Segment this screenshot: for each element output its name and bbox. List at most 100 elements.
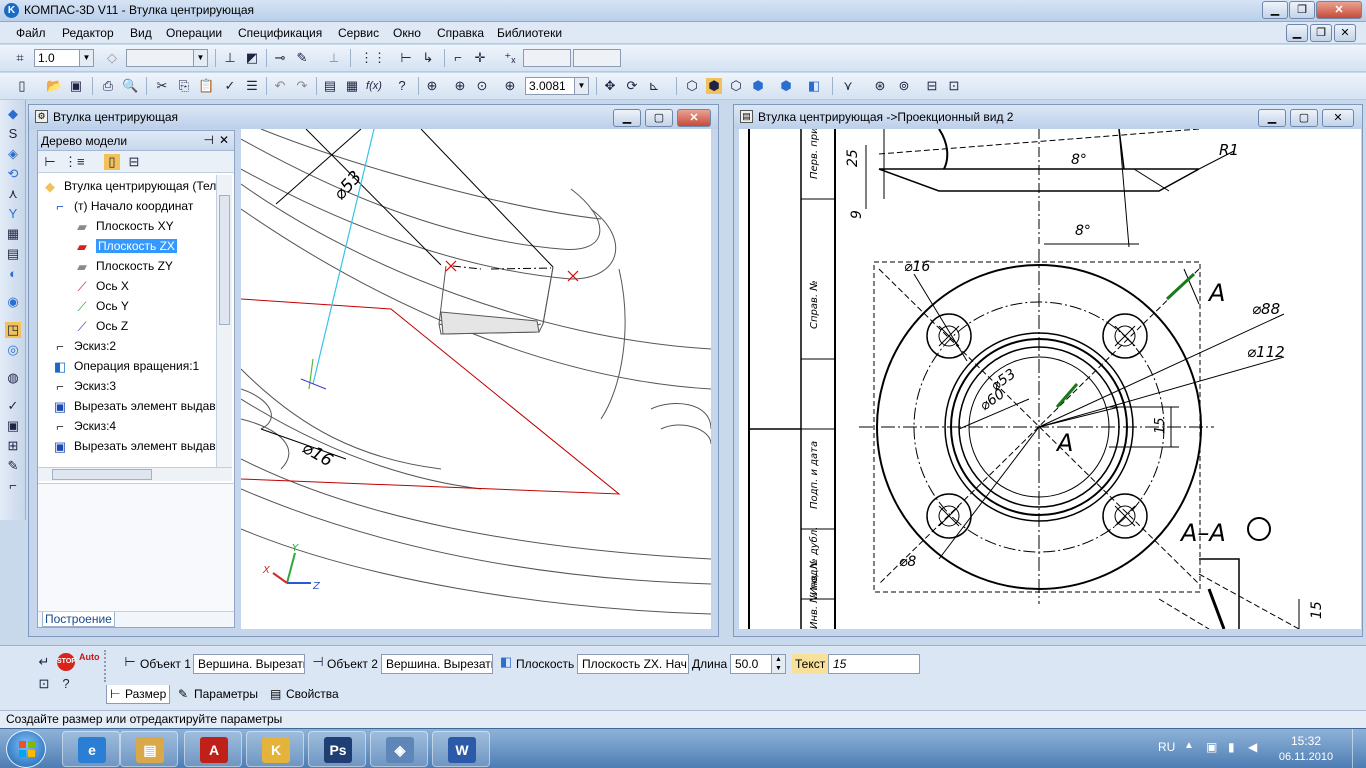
volume-icon[interactable]: ◀ bbox=[1248, 740, 1257, 754]
curve-tool-icon[interactable]: ⋏ bbox=[5, 186, 21, 202]
orientation-icon[interactable]: ⊾ bbox=[646, 78, 662, 94]
tree-build-order-icon[interactable]: ▯ bbox=[104, 154, 120, 170]
create-object-icon[interactable]: ↵ bbox=[36, 654, 52, 670]
sheet-metal-icon[interactable]: ◉ bbox=[5, 294, 21, 310]
close-button[interactable]: ✕ bbox=[1316, 1, 1362, 19]
network-icon[interactable]: ▣ bbox=[1206, 740, 1217, 754]
tree-item[interactable]: ▰ Плоскость XY bbox=[74, 217, 174, 235]
tree-item[interactable]: ▣ Вырезать элемент выдав bbox=[52, 397, 216, 415]
filter-icon[interactable]: ⋎ bbox=[840, 78, 856, 94]
window-drawing-maximize-button[interactable]: ▢ bbox=[1290, 109, 1318, 127]
save-icon[interactable]: ▣ bbox=[68, 78, 84, 94]
menu-editor[interactable]: Редактор bbox=[62, 26, 114, 40]
pan-icon[interactable]: ✥ bbox=[602, 78, 618, 94]
tab-parameters[interactable]: ✎ Параметры bbox=[176, 685, 258, 704]
tree-item[interactable]: ◆ Втулка центрирующая (Тел- bbox=[42, 177, 216, 195]
restore-button[interactable]: ❐ bbox=[1289, 1, 1315, 19]
zoom-combo[interactable]: 3.0081 ▼ bbox=[525, 77, 589, 95]
coord-x-field[interactable] bbox=[523, 49, 571, 67]
grid-icon[interactable]: ⋮⋮ bbox=[360, 50, 386, 66]
stop-icon[interactable]: STOP bbox=[57, 653, 76, 671]
tree-structure-icon[interactable]: ⊢ bbox=[42, 154, 58, 170]
zoom-in-icon[interactable]: ⊕ bbox=[452, 78, 468, 94]
aux-geometry-icon[interactable]: ▤ bbox=[5, 246, 21, 262]
paste-icon[interactable]: 📋 bbox=[198, 78, 214, 94]
zoom-all-icon[interactable]: ⊙ bbox=[474, 78, 490, 94]
library-manager-icon[interactable]: ⊚ bbox=[896, 78, 912, 94]
pin-icon[interactable]: ⊣ bbox=[204, 133, 214, 147]
plane-select-icon[interactable]: ◩ bbox=[244, 50, 260, 66]
tree-hscroll[interactable] bbox=[38, 467, 232, 481]
menu-file[interactable]: Файл bbox=[16, 26, 46, 40]
function-icon[interactable]: f(x) bbox=[366, 78, 382, 94]
tab-dimension[interactable]: ⊢ Размер bbox=[106, 685, 170, 704]
tree-relations-icon[interactable]: ⊟ bbox=[126, 154, 142, 170]
tree-item[interactable]: ◧ Операция вращения:1 bbox=[52, 357, 199, 375]
shaded-icon[interactable]: ⬢ bbox=[706, 78, 722, 94]
window-3d-minimize-button[interactable]: ▁ bbox=[613, 109, 641, 127]
object2-field[interactable]: Вершина. Вырезать bbox=[381, 654, 493, 674]
print-icon[interactable]: ⎙ bbox=[100, 78, 116, 94]
sketch-tool-icon[interactable]: S bbox=[5, 126, 21, 142]
tree-vscroll[interactable] bbox=[216, 175, 232, 467]
section-icon[interactable]: ◧ bbox=[806, 78, 822, 94]
dimensions-icon[interactable]: ◳ bbox=[5, 322, 21, 338]
cut-icon[interactable]: ✂ bbox=[154, 78, 170, 94]
taskbar-app-word[interactable]: W bbox=[432, 731, 490, 767]
tab-build[interactable]: Построение bbox=[42, 612, 115, 627]
tree-item[interactable]: ▰ Плоскость ZX bbox=[74, 237, 177, 255]
edit-tool-icon[interactable]: ✎ bbox=[5, 458, 21, 474]
clock-date[interactable]: 06.11.2010 bbox=[1274, 751, 1338, 763]
window-3d-maximize-button[interactable]: ▢ bbox=[645, 109, 673, 127]
preview-icon[interactable]: 🔍 bbox=[122, 78, 138, 94]
plane-field[interactable]: Плоскость ZX. Нач bbox=[577, 654, 689, 674]
doc-close-button[interactable]: ✕ bbox=[1334, 24, 1356, 42]
format-icon[interactable]: ✓ bbox=[222, 78, 238, 94]
taskbar-app-acrobat[interactable]: A bbox=[184, 731, 242, 767]
redo-icon[interactable]: ↷ bbox=[294, 78, 310, 94]
taskbar-app-ie[interactable]: e bbox=[62, 731, 120, 767]
step-combo[interactable]: 1.0 ▼ bbox=[34, 49, 94, 67]
menu-window[interactable]: Окно bbox=[393, 26, 421, 40]
tree-item[interactable]: ⟋ Ось Y bbox=[74, 297, 129, 315]
tree-item[interactable]: ▰ Плоскость ZY bbox=[74, 257, 173, 275]
zoom-scale-icon[interactable]: ⊕ bbox=[502, 78, 518, 94]
ortho-icon[interactable]: ⟂ bbox=[326, 50, 342, 66]
selection-icon[interactable]: ◎ bbox=[5, 342, 21, 358]
rotate-icon[interactable]: ⟳ bbox=[624, 78, 640, 94]
surface-tool-icon[interactable]: Y bbox=[5, 206, 21, 222]
measure-icon[interactable]: ◐ bbox=[5, 266, 21, 282]
tree-item[interactable]: ⌐ Эскиз:2 bbox=[52, 337, 116, 355]
taskbar-app-kompas3d[interactable]: ◈ bbox=[370, 731, 428, 767]
wireframe-icon[interactable]: ⬡ bbox=[684, 78, 700, 94]
taskbar-app-photoshop[interactable]: Ps bbox=[308, 731, 366, 767]
minimize-button[interactable]: ▁ bbox=[1262, 1, 1288, 19]
length-spinner[interactable]: ▲ ▼ bbox=[771, 655, 785, 673]
doc-minimize-button[interactable]: ▁ bbox=[1286, 24, 1308, 42]
menu-specification[interactable]: Спецификация bbox=[238, 26, 322, 40]
menu-view[interactable]: Вид bbox=[130, 26, 152, 40]
menu-libraries[interactable]: Библиотеки bbox=[497, 26, 562, 40]
object1-field[interactable]: Вершина. Вырезать bbox=[193, 654, 305, 674]
select-icon[interactable]: ⊛ bbox=[872, 78, 888, 94]
edit-part-icon[interactable]: ◆ bbox=[5, 106, 21, 122]
shaded-edges-icon[interactable]: ⬢ bbox=[750, 78, 766, 94]
local-cs-icon[interactable]: ⊥ bbox=[222, 50, 238, 66]
grid-snap-icon[interactable]: ⌗ bbox=[12, 50, 28, 66]
window-3d-close-button[interactable]: ✕ bbox=[677, 109, 711, 127]
xy-icon[interactable]: ⁺ₓ bbox=[502, 50, 518, 66]
power-icon[interactable]: ▮ bbox=[1228, 740, 1235, 754]
show-desktop-button[interactable] bbox=[1352, 729, 1366, 768]
assembly-tool-icon[interactable]: ⊞ bbox=[5, 438, 21, 454]
config-icon[interactable]: ⊡ bbox=[946, 78, 962, 94]
help-context-icon[interactable]: ? bbox=[58, 676, 74, 692]
pipe-tool-icon[interactable]: ⌐ bbox=[5, 478, 21, 494]
tree-filter-icon[interactable]: ⋮≡ bbox=[64, 154, 85, 170]
tree-hscroll-thumb[interactable] bbox=[52, 469, 152, 480]
tree-item[interactable]: ▣ Вырезать элемент выдав bbox=[52, 437, 216, 455]
tree-item[interactable]: ⟋ Ось Z bbox=[74, 317, 128, 335]
menu-operations[interactable]: Операции bbox=[166, 26, 222, 40]
tree-item[interactable]: ⌐ Эскиз:4 bbox=[52, 417, 116, 435]
tree-close-icon[interactable]: ✕ bbox=[219, 133, 229, 147]
auto-create-icon[interactable]: Auto bbox=[79, 652, 100, 662]
